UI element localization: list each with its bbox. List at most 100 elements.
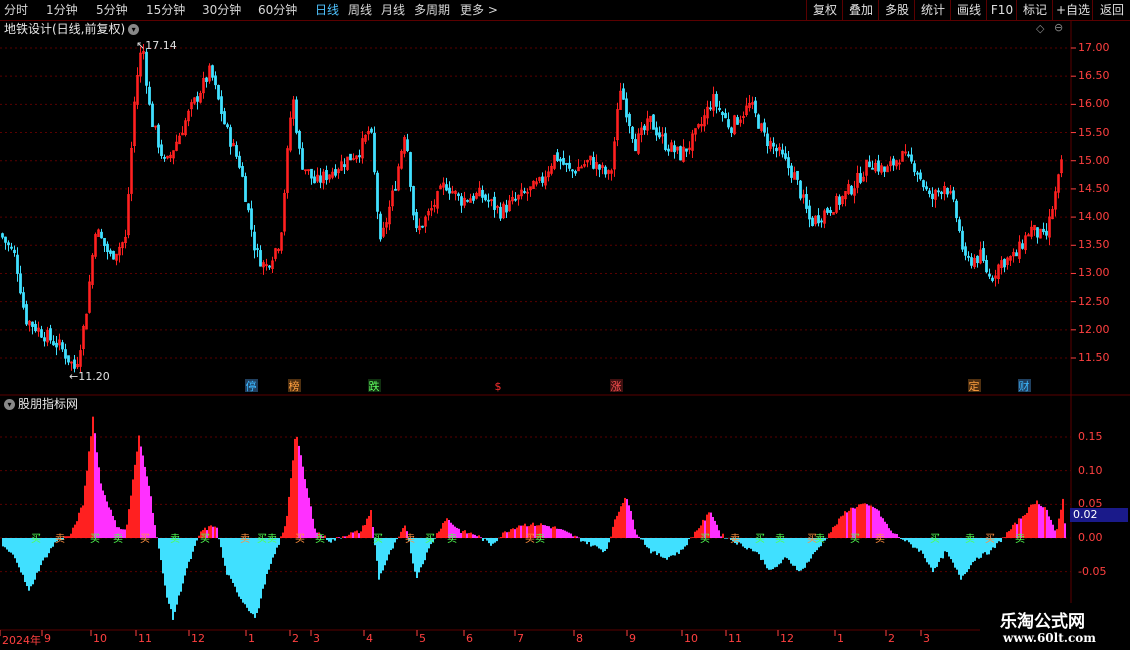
histogram-bar	[238, 538, 240, 597]
tab-daily[interactable]: 日线	[315, 0, 339, 20]
histogram-bar	[672, 538, 674, 556]
signal-marker: 卖	[1015, 533, 1025, 545]
watermark-url: www.60lt.com	[1003, 631, 1096, 645]
candle-body	[247, 203, 250, 211]
histogram-bar	[348, 534, 350, 538]
multi-stock-button[interactable]: 多股	[878, 0, 915, 20]
histogram-bar	[352, 532, 354, 538]
candle-body	[952, 190, 955, 200]
candle-body	[493, 196, 496, 210]
tab-1min[interactable]: 1分钟	[46, 0, 78, 20]
histogram-bar	[84, 485, 86, 538]
date-axis-label: 5	[419, 632, 426, 645]
histogram-bar	[598, 538, 600, 549]
histogram-bar	[832, 527, 834, 538]
candle-body	[55, 342, 58, 348]
histogram-bar	[416, 538, 418, 579]
histogram-bar	[458, 528, 460, 538]
chevron-down-icon[interactable]: ▾	[128, 24, 140, 35]
candle-body	[19, 273, 22, 294]
histogram-bar	[572, 536, 574, 538]
candle-body	[31, 321, 34, 327]
histogram-bar	[908, 538, 910, 543]
fuquan-button[interactable]: 复权	[806, 0, 843, 20]
histogram-bar	[826, 538, 828, 539]
tab-multi-period[interactable]: 多周期	[414, 0, 450, 20]
signal-marker: 买	[930, 533, 940, 545]
diamond-icon[interactable]: ◇	[1036, 22, 1044, 35]
tab-60min[interactable]: 60分钟	[258, 0, 297, 20]
histogram-bar	[580, 538, 582, 542]
histogram-bar	[626, 499, 628, 538]
candle-body	[409, 152, 412, 187]
histogram-bar	[350, 532, 352, 538]
histogram-bar	[1058, 518, 1060, 538]
histogram-bar	[148, 485, 150, 538]
tab-5min[interactable]: 5分钟	[96, 0, 128, 20]
histogram-bar	[1064, 523, 1066, 538]
kline-chart[interactable]: 买卖买卖买卖买卖买卖买卖买卖买卖买卖买卖买卖买卖买卖买卖买卖 停榜跌 $ 涨定财	[0, 20, 1130, 650]
histogram-bar	[678, 538, 680, 554]
tab-timeshare[interactable]: 分时	[4, 0, 28, 20]
signal-marker: 买	[373, 533, 383, 545]
histogram-bar	[162, 538, 164, 574]
candle-body	[298, 130, 301, 149]
candle-body	[916, 172, 919, 175]
chevron-down-icon[interactable]: ▾	[4, 399, 15, 410]
histogram-bar	[20, 538, 22, 573]
date-axis-label: 11	[728, 632, 742, 645]
tab-30min[interactable]: 30分钟	[202, 0, 241, 20]
tab-monthly[interactable]: 月线	[381, 0, 405, 20]
histogram-bar	[74, 524, 76, 538]
candle-body	[757, 114, 760, 129]
scroll-up-icon[interactable]: ⊖	[1054, 21, 1063, 34]
back-button[interactable]: 返回	[1092, 0, 1130, 20]
histogram-bar	[490, 538, 492, 546]
histogram-bar	[464, 530, 466, 538]
add-watchlist-button[interactable]: +自选	[1052, 0, 1093, 20]
f10-button[interactable]: F10	[986, 0, 1017, 20]
histogram-bar	[178, 538, 180, 596]
draw-button[interactable]: 画线	[950, 0, 987, 20]
candle-body	[472, 195, 475, 201]
histogram-bar	[596, 538, 598, 547]
histogram-bar	[168, 538, 170, 604]
histogram-bar	[134, 464, 136, 538]
histogram-bar	[190, 538, 192, 559]
histogram-bar	[366, 518, 368, 538]
histogram-bar	[744, 538, 746, 548]
histogram-bar	[90, 436, 92, 538]
tab-more[interactable]: 更多 >	[460, 0, 498, 20]
tab-15min[interactable]: 15分钟	[146, 0, 185, 20]
histogram-bar	[714, 520, 716, 538]
candle-body	[811, 217, 814, 226]
candle-body	[964, 246, 967, 256]
overlay-button[interactable]: 叠加	[842, 0, 879, 20]
histogram-bar	[570, 533, 572, 538]
candle-body	[826, 208, 829, 213]
histogram-bar	[328, 538, 330, 542]
histogram-bar	[632, 519, 634, 538]
date-axis-label: 8	[576, 632, 583, 645]
histogram-bar	[306, 488, 308, 538]
candle-body	[334, 169, 337, 176]
candle-body	[226, 124, 229, 128]
histogram-bar	[392, 538, 394, 549]
mark-button[interactable]: 标记	[1016, 0, 1053, 20]
tab-weekly[interactable]: 周线	[348, 0, 372, 20]
histogram-bar	[606, 538, 608, 549]
histogram-bar	[440, 528, 442, 538]
histogram-bar	[384, 538, 386, 566]
histogram-bar	[256, 538, 258, 613]
histogram-bar	[8, 538, 10, 552]
histogram-bar	[792, 538, 794, 566]
histogram-bar	[640, 538, 642, 540]
histogram-bar	[502, 532, 504, 538]
histogram-bar	[172, 538, 174, 620]
stock-title: 地铁设计(日线,前复权)	[4, 22, 126, 36]
price-axis-label: 14.00	[1078, 210, 1110, 224]
stats-button[interactable]: 统计	[914, 0, 951, 20]
histogram-bar	[398, 536, 400, 538]
histogram-bar	[694, 531, 696, 538]
histogram-bar	[892, 533, 894, 538]
